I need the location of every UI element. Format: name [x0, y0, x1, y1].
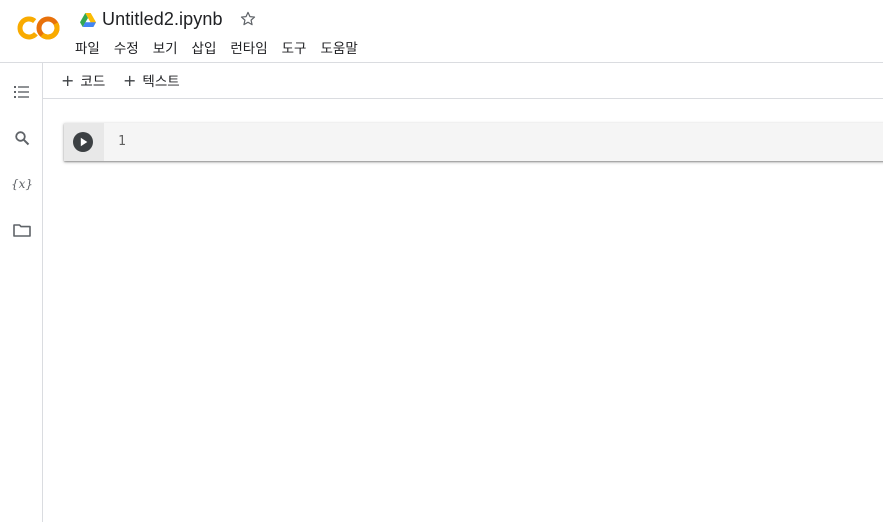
add-code-label: 코드	[80, 74, 106, 90]
menu-file[interactable]: 파일	[75, 36, 100, 58]
menu-insert[interactable]: 삽입	[192, 36, 217, 58]
menu-help[interactable]: 도움말	[320, 36, 357, 58]
cell-line-number: 1	[118, 134, 126, 149]
add-text-label: 텍스트	[142, 74, 180, 90]
play-circle-icon[interactable]	[73, 132, 93, 152]
plus-icon: +	[123, 70, 137, 90]
colab-app: Untitled2.ipynb 파일 수정 보기 삽입 런타임 도구 도움말 {…	[0, 0, 883, 522]
variables-icon[interactable]: {x}	[11, 173, 33, 195]
menu-view[interactable]: 보기	[153, 36, 178, 58]
colab-logo[interactable]	[17, 15, 61, 41]
header: Untitled2.ipynb 파일 수정 보기 삽입 런타임 도구 도움말	[0, 0, 883, 63]
menu-edit[interactable]: 수정	[114, 36, 139, 58]
code-cell[interactable]: 1	[64, 123, 883, 161]
folder-icon[interactable]	[11, 219, 33, 241]
menu-tools[interactable]: 도구	[282, 36, 307, 58]
menu-bar: 파일 수정 보기 삽입 런타임 도구 도움말	[75, 37, 372, 57]
left-rail: {x}	[0, 63, 43, 522]
menu-runtime[interactable]: 런타임	[230, 36, 267, 58]
star-outline-icon[interactable]	[239, 10, 257, 28]
cell-gutter	[64, 123, 104, 161]
plus-icon: +	[61, 70, 75, 90]
add-code-button[interactable]: + 코드	[61, 70, 106, 91]
notebook-title[interactable]: Untitled2.ipynb	[102, 9, 223, 30]
variables-label: {x}	[10, 177, 34, 191]
search-icon[interactable]	[11, 127, 33, 149]
google-drive-icon[interactable]	[80, 12, 96, 27]
add-text-button[interactable]: + 텍스트	[123, 70, 180, 91]
title-row: Untitled2.ipynb	[80, 6, 257, 32]
table-of-contents-icon[interactable]	[11, 81, 33, 103]
notebook-toolbar: + 코드 + 텍스트	[43, 63, 883, 99]
